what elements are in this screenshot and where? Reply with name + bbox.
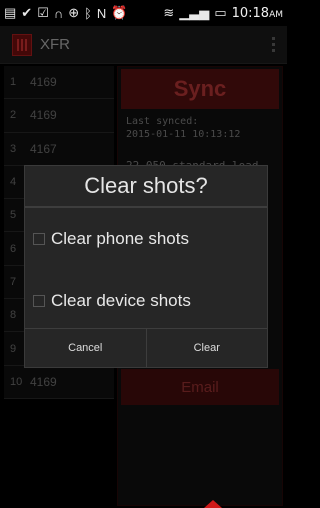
gps-icon: ⊕ [68, 5, 80, 20]
notification-icon: ▤ [4, 5, 17, 20]
dialog-title: Clear shots? [84, 173, 208, 198]
check-circle-icon: ✔ [21, 5, 33, 20]
nav-indicator-icon [204, 500, 222, 508]
clear-device-label: Clear device shots [51, 291, 191, 310]
clear-phone-checkbox[interactable] [33, 233, 45, 245]
clear-device-checkbox[interactable] [33, 295, 45, 307]
clear-device-option[interactable]: Clear device shots [25, 270, 267, 332]
status-left-icons: ▤ ✔ ☑ ∩ ⊕ ᛒ Ν ⏰ [4, 5, 128, 21]
clear-shots-dialog: Clear shots? Clear phone shots Clear dev… [24, 165, 268, 368]
clear-phone-option[interactable]: Clear phone shots [25, 208, 267, 270]
headset-icon: ∩ [53, 5, 64, 21]
status-right: ≋ ▁▃▅ ▭ 10:18AM [163, 5, 283, 21]
alarm-icon: ⏰ [111, 5, 128, 20]
battery-icon: ▭ [214, 5, 227, 20]
cancel-button[interactable]: Cancel [25, 329, 146, 367]
bluetooth-icon: ᛒ [84, 5, 92, 21]
signal-icon: ▁▃▅ [179, 5, 210, 20]
dialog-buttons: Cancel Clear [25, 328, 267, 367]
nfc-icon: Ν [96, 5, 107, 21]
wifi-icon: ≋ [163, 5, 175, 20]
clipboard-icon: ☑ [37, 5, 49, 20]
clear-phone-label: Clear phone shots [51, 229, 189, 248]
clear-button[interactable]: Clear [145, 329, 268, 367]
status-bar: ▤ ✔ ☑ ∩ ⊕ ᛒ Ν ⏰ ≋ ▁▃▅ ▭ 10:18AM [0, 0, 287, 26]
status-time: 10:18AM [231, 5, 283, 21]
